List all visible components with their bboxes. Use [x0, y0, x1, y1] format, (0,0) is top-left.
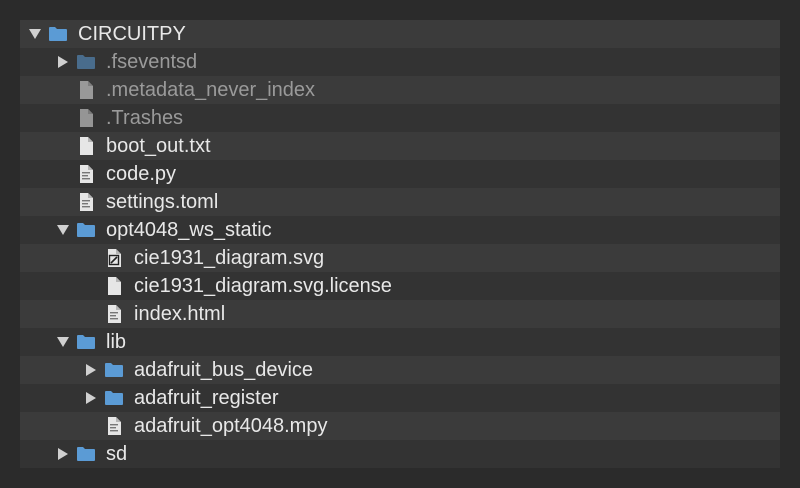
file-icon: [76, 108, 96, 128]
folder-icon: [76, 332, 96, 352]
twisty-collapsed-icon[interactable]: [84, 363, 98, 377]
tree-item-label: settings.toml: [106, 191, 219, 213]
file-icon: [76, 80, 96, 100]
tree-row-sd[interactable]: sd: [20, 440, 780, 468]
tree-row-opt4048-ws-static[interactable]: opt4048_ws_static: [20, 216, 780, 244]
file-icon: [76, 136, 96, 156]
tree-item-label: code.py: [106, 163, 177, 185]
twisty-collapsed-icon[interactable]: [56, 447, 70, 461]
tree-item-label: lib: [106, 331, 127, 353]
tree-row-settings-toml[interactable]: settings.toml: [20, 188, 780, 216]
tree-item-label: adafruit_bus_device: [134, 359, 314, 381]
tree-row-code-py[interactable]: code.py: [20, 160, 780, 188]
tree-row-fseventsd[interactable]: .fseventsd: [20, 48, 780, 76]
tree-item-label: .fseventsd: [106, 51, 198, 73]
tree-row-index-html[interactable]: index.html: [20, 300, 780, 328]
tree-row-adafruit-opt4048-mpy[interactable]: adafruit_opt4048.mpy: [20, 412, 780, 440]
code-file-icon: [76, 192, 96, 212]
folder-icon: [48, 24, 68, 44]
tree-item-label: adafruit_opt4048.mpy: [134, 415, 328, 437]
tree-row-lib[interactable]: lib: [20, 328, 780, 356]
twisty-expanded-icon[interactable]: [28, 27, 42, 41]
tree-item-label: CIRCUITPY: [78, 23, 186, 45]
file-icon: [104, 276, 124, 296]
tree-row-boot-out-txt[interactable]: boot_out.txt: [20, 132, 780, 160]
tree-row-adafruit-register[interactable]: adafruit_register: [20, 384, 780, 412]
twisty-expanded-icon[interactable]: [56, 335, 70, 349]
tree-item-label: cie1931_diagram.svg: [134, 247, 325, 269]
tree-row-cie1931-diagram-svg-license[interactable]: cie1931_diagram.svg.license: [20, 272, 780, 300]
tree-row-circuitpy[interactable]: CIRCUITPY: [20, 20, 780, 48]
tree-row-adafruit-bus-device[interactable]: adafruit_bus_device: [20, 356, 780, 384]
tree-row-trashes[interactable]: .Trashes: [20, 104, 780, 132]
folder-icon: [104, 388, 124, 408]
tree-item-label: opt4048_ws_static: [106, 219, 272, 241]
code-file-icon: [104, 304, 124, 324]
tree-item-label: cie1931_diagram.svg.license: [134, 275, 392, 297]
folder-icon: [76, 52, 96, 72]
tree-row-metadata-never-index[interactable]: .metadata_never_index: [20, 76, 780, 104]
folder-icon: [76, 444, 96, 464]
tree-item-label: adafruit_register: [134, 387, 279, 409]
folder-icon: [76, 220, 96, 240]
tree-item-label: boot_out.txt: [106, 135, 211, 157]
tree-row-cie1931-diagram-svg[interactable]: cie1931_diagram.svg: [20, 244, 780, 272]
code-file-icon: [76, 164, 96, 184]
folder-icon: [104, 360, 124, 380]
tree-item-label: index.html: [134, 303, 226, 325]
twisty-expanded-icon[interactable]: [56, 223, 70, 237]
tree-item-label: sd: [106, 443, 128, 465]
file-tree-panel: CIRCUITPY .fseventsd .metadata_never_ind…: [20, 20, 780, 468]
twisty-collapsed-icon[interactable]: [56, 55, 70, 69]
tree-item-label: .Trashes: [106, 107, 184, 129]
code-file-icon: [104, 416, 124, 436]
twisty-collapsed-icon[interactable]: [84, 391, 98, 405]
image-file-icon: [104, 248, 124, 268]
tree-item-label: .metadata_never_index: [106, 79, 316, 101]
